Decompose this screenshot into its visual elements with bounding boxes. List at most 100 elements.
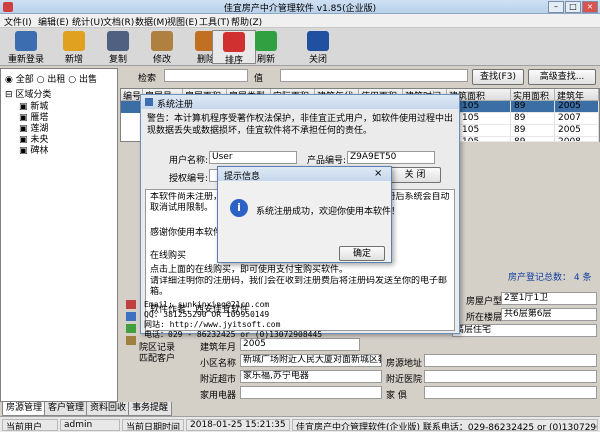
login-icon: [15, 31, 37, 51]
message-title: 提示信息: [224, 172, 261, 182]
relogin-button[interactable]: 重新登录: [4, 30, 48, 65]
add-label: 新增: [64, 55, 83, 65]
qq-text: QQ: 381255290 OR 109950149: [144, 310, 270, 319]
note-icon: [126, 336, 136, 345]
floor-label: 所在楼层: [466, 313, 503, 323]
modify-label: 修改: [152, 55, 171, 65]
menu-edit[interactable]: 编辑(E): [38, 15, 69, 28]
sort-label: 排序: [224, 56, 243, 66]
menu-file[interactable]: 文件(I): [4, 15, 32, 28]
find-button[interactable]: 查找(F3): [472, 69, 524, 85]
table-cell: 105: [459, 113, 511, 125]
floor-field[interactable]: 共6层第6层: [501, 308, 597, 321]
furniture-label: 家 俱: [386, 391, 407, 401]
grid-header[interactable]: 建筑年: [555, 89, 599, 101]
tab-reminders[interactable]: 事务提醒: [128, 402, 173, 416]
menu-data[interactable]: 数据(M): [135, 15, 168, 28]
refresh-icon: [255, 31, 277, 51]
dialog-close-button[interactable]: 关 闭: [389, 167, 441, 183]
record-count-value: 4 条: [573, 273, 592, 283]
radio-all[interactable]: ◉: [5, 75, 16, 85]
tab-recycle[interactable]: 资料回收: [86, 402, 131, 416]
radio-all-label: 全部: [15, 75, 34, 85]
status-user-value: admin: [60, 419, 120, 431]
supermarket-field[interactable]: 家乐福,苏宁电器: [240, 370, 382, 383]
minimize-button[interactable]: –: [548, 1, 564, 13]
status-company: 佳宜房产中介管理软件(企业版) 联系电话：029-86232425 or (0)…: [292, 419, 598, 431]
table-cell: 2008: [555, 137, 599, 142]
message-close-icon[interactable]: ×: [374, 168, 382, 179]
window-title: 佳宜房产中介管理软件 v1.85(企业版): [223, 4, 377, 14]
side-icons: [126, 300, 138, 352]
filter-radios: ◉ 全部 ○ 出租 ○ 出售: [5, 72, 97, 85]
radio-rent[interactable]: ○: [37, 75, 48, 85]
warning-text: 警告：本计算机程序受著作权法保护，非佳宜正式用户，如软件使用过程中出现数据丢失或…: [147, 114, 453, 136]
copy-button[interactable]: 复制: [96, 30, 140, 65]
email-text: Email: sunkinxing@21cn.com: [144, 300, 270, 309]
title-bar: 佳宜房产中介管理软件 v1.85(企业版) – □ ×: [0, 0, 600, 14]
table-cell: 105: [459, 101, 511, 113]
type-field[interactable]: 2室1厅1卫: [501, 292, 597, 305]
tree-item[interactable]: ▣ 碑林: [19, 143, 48, 156]
tab-customers[interactable]: 客户管理: [44, 402, 89, 416]
radio-rent-label: 出租: [47, 75, 66, 85]
table-cell: 89: [511, 113, 555, 125]
relogin-label: 重新登录: [7, 55, 44, 65]
close-window-button[interactable]: ×: [582, 1, 598, 13]
type-label: 房屋户型: [466, 297, 503, 307]
tab-property[interactable]: 房源管理: [2, 402, 47, 416]
match-customers-item[interactable]: 匹配客户: [139, 351, 175, 364]
table-cell: 105: [459, 125, 511, 137]
user-name-field[interactable]: User: [209, 151, 297, 164]
appliance-field[interactable]: [240, 386, 382, 399]
modify-icon: [151, 31, 173, 51]
advanced-find-button[interactable]: 高级查找...: [528, 69, 596, 85]
refresh-button[interactable]: 刷新: [244, 30, 288, 65]
close-button[interactable]: 关闭: [296, 30, 340, 65]
search-value-label: 值: [254, 74, 264, 84]
record-count-label: 房产登记总数：: [508, 273, 572, 283]
building-type-field[interactable]: 高层住宅: [452, 324, 597, 337]
status-bar: 当前用户 admin 当前日期时间 2018-01-25 15:21:35 佳宜…: [0, 416, 600, 432]
furniture-field[interactable]: [424, 386, 597, 399]
community-label: 小区名称: [200, 359, 237, 369]
ok-button[interactable]: 确定: [339, 246, 385, 261]
table-cell: 89: [511, 125, 555, 137]
product-id-field[interactable]: Z9A9ET50: [347, 151, 435, 164]
community-field[interactable]: 新城广场附近人民大厦对面新城区教育局: [240, 354, 382, 367]
hospital-label: 附近医院: [386, 375, 423, 385]
buy-online-link[interactable]: 在线购买: [150, 248, 186, 261]
add-icon: [63, 31, 85, 51]
table-cell: 2005: [555, 125, 599, 137]
menu-bar: 文件(I) 编辑(E) 统计(U) 文档(R) 数据(M) 视图(E) 工具(T…: [0, 14, 600, 28]
user-name-label: 用户名称:: [169, 156, 209, 166]
menu-docs[interactable]: 文档(R): [103, 15, 134, 28]
menu-view[interactable]: 视图(E): [167, 15, 198, 28]
menu-tools[interactable]: 工具(T): [199, 15, 230, 28]
menu-help[interactable]: 帮助(Z): [231, 15, 262, 28]
status-date-label: 当前日期时间: [122, 419, 184, 431]
search-value-input[interactable]: [280, 69, 468, 82]
maximize-button[interactable]: □: [565, 1, 581, 13]
modify-button[interactable]: 修改: [140, 30, 184, 65]
address-label: 房源地址: [386, 359, 423, 369]
contact-spacer: [144, 290, 394, 300]
close-label: 关闭: [308, 55, 327, 65]
radio-sale-label: 出售: [78, 75, 97, 85]
grid-header[interactable]: 实用面积: [511, 89, 555, 101]
hospital-field[interactable]: [424, 370, 597, 383]
contact-info: Email: sunkinxing@21cn.com QQ: 381255290…: [144, 290, 394, 340]
website-text: 网站: http://www.jyitsoft.com: [144, 320, 281, 329]
search-field-select[interactable]: [164, 69, 248, 82]
address-field[interactable]: [424, 354, 597, 367]
message-text: 系统注册成功，欢迎你使用本软件！: [256, 207, 401, 217]
table-cell: 89: [511, 137, 555, 142]
dialog-icon: [145, 98, 153, 106]
radio-sale[interactable]: ○: [68, 75, 79, 85]
table-cell: 89: [511, 101, 555, 113]
add-button[interactable]: 新增: [52, 30, 96, 65]
folder-icon: [126, 312, 136, 321]
supermarket-label: 附近超市: [200, 375, 237, 385]
auth-code-label: 授权编号:: [169, 174, 209, 184]
menu-stats[interactable]: 统计(U): [72, 15, 104, 28]
